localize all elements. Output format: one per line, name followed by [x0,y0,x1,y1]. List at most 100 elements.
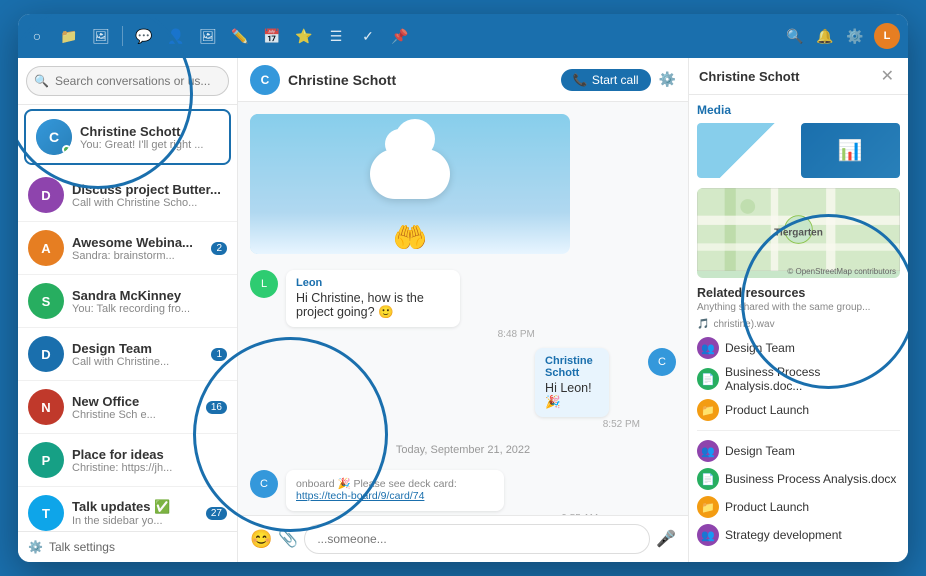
pin-nav-icon[interactable]: 📌 [389,25,411,47]
chat-header-name: Christine Schott [288,72,553,88]
conv-info-christine: Christine Schott You: Great! I'll get ri… [80,124,219,151]
top-bar: ○ 📁 🖼 💬 👤 🖼 ✏️ 📅 ⭐ ☰ ✓ 📌 🔍 🔔 ⚙️ L [18,14,908,58]
conv-item-ideas[interactable]: P Place for ideas Christine: https://jh.… [18,434,237,487]
edit-nav-icon[interactable]: ✏️ [229,25,251,47]
conv-preview: Call with Christine... [72,356,203,368]
date-separator: Today, September 21, 2022 [250,438,676,462]
chat-area: C Christine Schott 📞 Start call ⚙️ 🤲 [238,58,688,562]
recording-item[interactable]: 🎵 christine).wav [697,319,900,330]
related-item-label: Business Process Analysis.doc... [725,365,900,393]
emoji-icon[interactable]: 😊 [250,529,272,550]
related-item-design2[interactable]: 👥 Design Team [697,437,900,465]
image-icon[interactable]: 🖼 [90,25,112,47]
list-nav-icon[interactable]: ☰ [325,25,347,47]
attach-icon[interactable]: 📎 [278,529,298,549]
team-icon: 👥 [697,337,719,359]
related-item-label: Design Team [725,444,795,458]
related-resources-section: Related resources Anything shared with t… [697,286,900,549]
chat-messages: 🤲 L Leon Hi Christine, how is the projec… [238,102,688,515]
media-thumb-chart[interactable]: 📊 [801,123,901,178]
right-panel-name: Christine Schott [699,69,799,84]
related-item-launch2[interactable]: 📁 Product Launch [697,493,900,521]
related-item-label: Design Team [725,341,795,355]
conv-info-butter: Discuss project Butter... Call with Chri… [72,182,227,209]
recording-label: christine).wav [713,319,774,330]
conv-name: Talk updates ✅ [72,499,198,515]
conv-avatar-newoffice: N [28,389,64,425]
calendar-nav-icon[interactable]: 📅 [261,25,283,47]
related-item-launch[interactable]: 📁 Product Launch [697,396,900,424]
user-avatar[interactable]: L [874,23,900,49]
conv-avatar-sandra: S [28,283,64,319]
start-call-button[interactable]: 📞 Start call [561,69,651,91]
conv-name: Sandra McKinney [72,288,227,303]
chat-input[interactable] [304,524,650,554]
conv-info-newoffice: New Office Christine Sch e... [72,394,198,421]
related-item-bpa[interactable]: 📄 Business Process Analysis.doc... [697,362,900,396]
star-nav-icon[interactable]: ⭐ [293,25,315,47]
main-content: 🔍 C Christine Schott You: Great! I'll ge… [18,58,908,562]
chat-settings-button[interactable]: ⚙️ [659,71,676,88]
close-panel-button[interactable]: ✕ [877,66,898,86]
nextcloud-icon[interactable]: ○ [26,25,48,47]
related-item-label: Product Launch [725,500,809,514]
conv-info-sandra: Sandra McKinney You: Talk recording fro.… [72,288,227,315]
related-item-label: Business Process Analysis.docx [725,472,896,486]
conv-item-christine[interactable]: C Christine Schott You: Great! I'll get … [24,109,231,165]
conv-badge: 27 [206,507,227,520]
message-image: 🤲 [250,114,570,254]
msg-time: 8:48 PM [286,329,535,340]
map-thumbnail[interactable]: Tiergarten © OpenStreetMap contributors [697,188,900,278]
msg-avatar-leon: L [250,270,278,298]
conv-preview: In the sidebar yo... [72,515,198,527]
conv-name: Place for ideas [72,447,227,462]
search-input[interactable] [26,66,229,96]
media-thumb-cloud[interactable] [697,123,797,178]
conv-badge: 1 [211,348,227,361]
conv-item-design[interactable]: D Design Team Call with Christine... 1 [18,328,237,381]
conv-info-webinar: Awesome Webina... Sandra: brainstorm... [72,235,203,262]
conv-item-webinar[interactable]: A Awesome Webina... Sandra: brainstorm..… [18,222,237,275]
conv-avatar-webinar: A [28,230,64,266]
right-panel-header: Christine Schott ✕ [689,58,908,95]
chat-header: C Christine Schott 📞 Start call ⚙️ [238,58,688,102]
related-item-design[interactable]: 👥 Design Team [697,334,900,362]
folder-icon-rel: 📁 [697,399,719,421]
related-item-label: Product Launch [725,403,809,417]
check-nav-icon[interactable]: ✓ [357,25,379,47]
sidebar-footer[interactable]: ⚙️ Talk settings [18,531,237,562]
message-row-christine-reply: C Christine Schott Hi Leon! 🎉 8:52 PM [250,348,676,430]
deck-link[interactable]: https://tech-board/9/card/74 [296,490,424,502]
chat-input-area: 😊 📎 🎤 [238,515,688,562]
conv-avatar-talkupdates: T [28,495,64,531]
folder-icon[interactable]: 📁 [58,25,80,47]
app-icons: ○ 📁 🖼 [26,25,112,47]
message-row-leon: L Leon Hi Christine, how is the project … [250,270,676,340]
msg-avatar-c2: C [250,470,278,498]
related-item-bpa2[interactable]: 📄 Business Process Analysis.docx [697,465,900,493]
conv-item-newoffice[interactable]: N New Office Christine Sch e... 16 [18,381,237,434]
bell-icon[interactable]: 🔔 [814,25,836,47]
conv-preview: Christine: https://jh... [72,462,227,474]
conv-info-talkupdates: Talk updates ✅ In the sidebar yo... [72,499,198,527]
message-row-onboard1: C onboard 🎉 Please see deck card: https:… [250,470,676,515]
contacts-nav-icon[interactable]: 👤 [165,25,187,47]
settings-icon[interactable]: ⚙️ [844,25,866,47]
msg-time: 8:52 PM [535,419,640,430]
conv-item-butter[interactable]: D Discuss project Butter... Call with Ch… [18,169,237,222]
conv-info-design: Design Team Call with Christine... [72,341,203,368]
conv-item-talkupdates[interactable]: T Talk updates ✅ In the sidebar yo... 27 [18,487,237,531]
conv-preview: You: Great! I'll get right ... [80,139,219,151]
call-icon: 📞 [573,73,588,87]
chat-nav-icon[interactable]: 💬 [133,25,155,47]
conv-badge: 16 [206,401,227,414]
conv-item-sandra[interactable]: S Sandra McKinney You: Talk recording fr… [18,275,237,328]
mic-icon[interactable]: 🎤 [656,529,676,549]
related-item-strategy[interactable]: 👥 Strategy development [697,521,900,549]
conv-name: Discuss project Butter... [72,182,227,197]
conv-name: Awesome Webina... [72,235,203,250]
related-resources-title: Related resources [697,286,900,300]
folder-icon-rel2: 📁 [697,496,719,518]
search-top-icon[interactable]: 🔍 [784,25,806,47]
gallery-nav-icon[interactable]: 🖼 [197,25,219,47]
